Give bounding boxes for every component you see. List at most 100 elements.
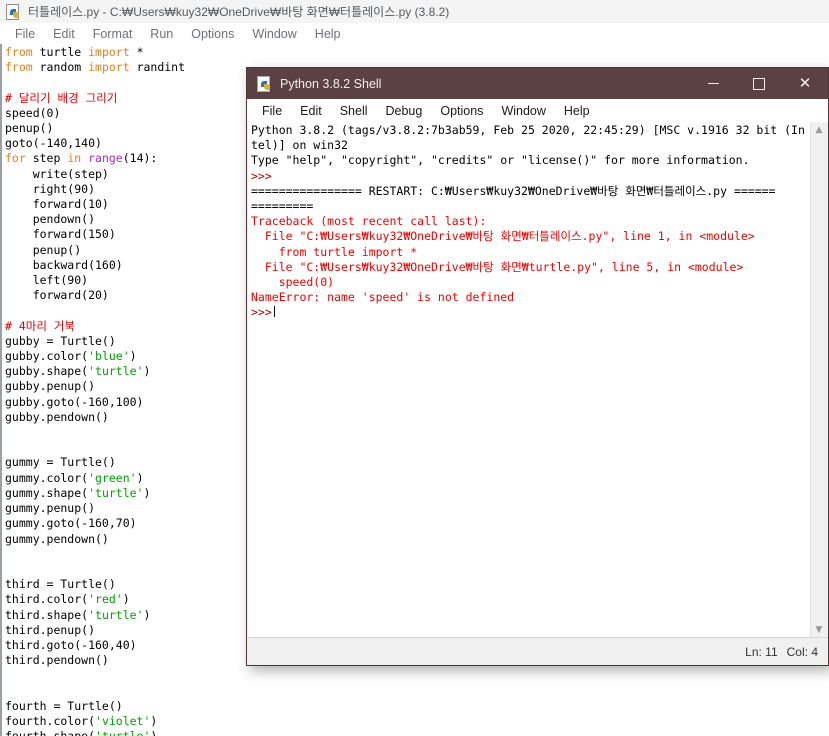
code-line: from turtle import * xyxy=(251,245,805,260)
shell-output-text[interactable]: Python 3.8.2 (tags/v3.8.2:7b3ab59, Feb 2… xyxy=(251,123,805,321)
code-token: from xyxy=(5,60,40,75)
editor-menu-help[interactable]: Help xyxy=(306,27,350,41)
code-line: tel)] on win32 xyxy=(251,138,805,153)
code-line: gubby.shape('turtle') xyxy=(5,364,227,379)
code-token: left(90) xyxy=(5,273,89,288)
code-line: gubby.goto(-160,100) xyxy=(5,395,227,410)
maximize-icon[interactable] xyxy=(736,68,782,99)
code-token: third.goto(-160,40) xyxy=(5,637,137,652)
code-line: gubby = Turtle() xyxy=(5,334,227,349)
code-line: Python 3.8.2 (tags/v3.8.2:7b3ab59, Feb 2… xyxy=(251,123,805,138)
code-line: forward(150) xyxy=(5,227,227,242)
code-token: ========= xyxy=(251,199,314,214)
editor-title: 터틀레이스.py - C:₩Users₩kuy32₩OneDrive₩바탕 화면… xyxy=(28,5,450,19)
code-token: third.shape( xyxy=(5,607,89,622)
code-token: forward(150) xyxy=(5,227,116,242)
editor-menu-run[interactable]: Run xyxy=(141,27,182,41)
shell-titlebar[interactable]: Python 3.8.2 Shell ✕ xyxy=(247,68,828,99)
code-line: # 4마리 거북 xyxy=(5,319,227,334)
code-token: right(90) xyxy=(5,181,96,196)
code-line: write(step) xyxy=(5,167,227,182)
code-token: 'red' xyxy=(88,592,123,607)
code-line: >>> xyxy=(251,169,805,184)
code-line: fourth = Turtle() xyxy=(5,699,227,714)
code-token: Python 3.8.2 (tags/v3.8.2:7b3ab59, Feb 2… xyxy=(251,123,805,137)
chevron-down-icon[interactable]: ▼ xyxy=(811,622,827,637)
code-token: gummy.pendown() xyxy=(5,531,109,546)
code-token: gubby.shape( xyxy=(5,364,89,379)
editor-menu-options[interactable]: Options xyxy=(182,27,243,41)
code-line: Type "help", "copyright", "credits" or "… xyxy=(251,153,805,168)
code-token: for xyxy=(5,151,33,166)
code-line: gubby.color('blue') xyxy=(5,349,227,364)
code-token: random xyxy=(39,60,89,75)
code-token: 'green' xyxy=(88,470,137,485)
shell-menu-window[interactable]: Window xyxy=(492,104,554,118)
code-token: ) xyxy=(150,729,157,736)
code-token: gubby = Turtle() xyxy=(5,333,116,348)
code-line: gummy.pendown() xyxy=(5,532,227,547)
editor-menu-window[interactable]: Window xyxy=(243,27,305,41)
code-token: 'violet' xyxy=(95,713,151,728)
editor-menu-file[interactable]: File xyxy=(6,27,44,41)
status-line-number: Ln: 11 xyxy=(745,644,778,659)
shell-menu-shell[interactable]: Shell xyxy=(331,104,377,118)
code-line: third.goto(-160,40) xyxy=(5,638,227,653)
code-token: ) xyxy=(143,364,151,379)
editor-source-code[interactable]: from turtle import * from random import r… xyxy=(5,45,227,736)
editor-titlebar[interactable]: 터틀레이스.py - C:₩Users₩kuy32₩OneDrive₩바탕 화면… xyxy=(0,0,829,24)
code-line: third.shape('turtle') xyxy=(5,608,227,623)
code-token: gummy.shape( xyxy=(5,485,89,500)
shell-menu-file[interactable]: File xyxy=(253,104,291,118)
code-token: third.pendown() xyxy=(5,653,109,668)
minimize-icon[interactable] xyxy=(690,68,736,99)
code-line: gummy.goto(-160,70) xyxy=(5,516,227,531)
code-token: ) xyxy=(143,607,151,622)
code-token: ) xyxy=(150,713,158,728)
shell-output-area[interactable]: Python 3.8.2 (tags/v3.8.2:7b3ab59, Feb 2… xyxy=(248,122,811,637)
shell-vertical-scrollbar[interactable]: ▲ ▼ xyxy=(810,122,827,637)
code-token: forward(10) xyxy=(5,197,109,212)
close-icon[interactable]: ✕ xyxy=(782,68,828,99)
shell-menubar[interactable]: File Edit Shell Debug Options Window Hel… xyxy=(247,99,828,122)
editor-menu-format[interactable]: Format xyxy=(84,27,142,41)
code-token: pendown() xyxy=(5,212,96,227)
shell-menu-help[interactable]: Help xyxy=(555,104,599,118)
python-shell-window[interactable]: Python 3.8.2 Shell ✕ File Edit Shell Deb… xyxy=(246,67,829,666)
code-line: fourth.color('violet') xyxy=(5,714,227,729)
code-token: ================ RESTART: C:₩Users₩kuy32… xyxy=(251,183,776,198)
code-line: speed(0) xyxy=(5,106,227,121)
code-line: third.color('red') xyxy=(5,592,227,607)
code-token: forward(20) xyxy=(5,288,109,303)
code-line: ================ RESTART: C:₩Users₩kuy32… xyxy=(251,184,805,199)
window-controls[interactable]: ✕ xyxy=(690,68,828,99)
shell-menu-debug[interactable]: Debug xyxy=(377,104,432,118)
editor-menubar[interactable]: File Edit Format Run Options Window Help xyxy=(0,23,829,44)
code-token: fourth.color( xyxy=(5,713,96,728)
code-token: ) xyxy=(143,485,151,500)
code-line: penup() xyxy=(5,121,227,136)
code-token: tel)] on win32 xyxy=(251,138,348,153)
code-line: gubby.penup() xyxy=(5,379,227,394)
code-token: NameError: name 'speed' is not defined xyxy=(251,290,515,305)
code-token: backward(160) xyxy=(5,257,123,272)
code-token: step xyxy=(32,151,68,166)
chevron-up-icon[interactable]: ▲ xyxy=(811,122,827,137)
code-line: backward(160) xyxy=(5,258,227,273)
shell-menu-edit[interactable]: Edit xyxy=(291,104,331,118)
code-token: in xyxy=(67,151,89,166)
status-column-number: Col: 4 xyxy=(786,644,818,659)
code-token: 'turtle' xyxy=(88,364,144,379)
code-token: gubby.color( xyxy=(5,349,89,364)
code-line: ========= xyxy=(251,199,805,214)
editor-menu-edit[interactable]: Edit xyxy=(44,27,84,41)
scrollbar-thumb[interactable] xyxy=(812,138,826,388)
editor-left-border xyxy=(0,44,2,736)
code-token: ) xyxy=(129,349,137,364)
code-token: range xyxy=(88,151,123,166)
code-line: NameError: name 'speed' is not defined xyxy=(251,290,805,305)
shell-menu-options[interactable]: Options xyxy=(431,104,492,118)
